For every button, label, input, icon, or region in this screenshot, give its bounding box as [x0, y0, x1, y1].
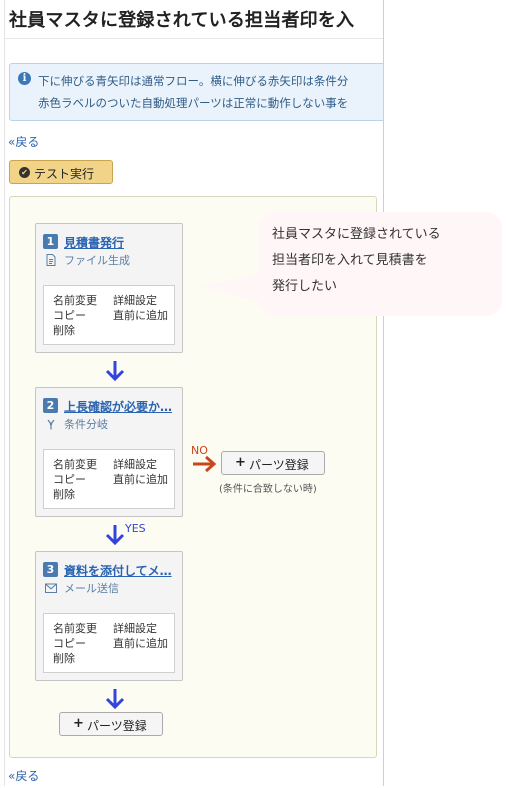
part-number: 3 [43, 562, 58, 577]
plus-icon: + [235, 455, 246, 470]
branch-register-part-button[interactable]: + パーツ登録 [221, 451, 325, 475]
yes-branch-label: YES [125, 522, 146, 535]
title-divider [5, 38, 383, 39]
back-link-bottom[interactable]: «戻る [8, 767, 39, 784]
part-number: 1 [43, 234, 58, 249]
envelope-icon [45, 583, 57, 593]
bubble-line-3: 発行したい [272, 279, 338, 294]
part-number: 2 [43, 398, 58, 413]
workflow-part-3: 3 資料を添付してメ… メール送信 名前変更 詳細設定 コピー 直前に追加 削除 [35, 551, 183, 681]
main-panel: 社員マスタに登録されている担当者印を入 i 下に伸びる青矢印は通常フロー。横に伸… [4, 0, 384, 786]
detail-settings-link[interactable]: 詳細設定 [113, 456, 157, 472]
rename-link[interactable]: 名前変更 [53, 620, 97, 636]
detail-settings-link[interactable]: 詳細設定 [113, 620, 157, 636]
part-name-link[interactable]: 見積書発行 [64, 234, 124, 251]
copy-link[interactable]: コピー [53, 471, 86, 487]
insert-before-link[interactable]: 直前に追加 [113, 307, 168, 323]
flow-arrow-down-icon [105, 361, 125, 382]
flow-arrow-down-icon [105, 525, 125, 546]
info-icon: i [18, 72, 31, 85]
workflow-part-1: 1 見積書発行 ファイル生成 名前変更 詳細設定 コピー 直前に追加 削除 [35, 223, 183, 353]
test-run-label: テスト実行 [34, 167, 95, 181]
part-menu: 名前変更 詳細設定 コピー 直前に追加 削除 [43, 285, 175, 345]
delete-link[interactable]: 削除 [53, 486, 75, 502]
workflow-part-2: 2 上長確認が必要か… 条件分岐 名前変更 詳細設定 コピー 直前に追加 削除 [35, 387, 183, 517]
insert-before-link[interactable]: 直前に追加 [113, 471, 168, 487]
copy-link[interactable]: コピー [53, 635, 86, 651]
delete-link[interactable]: 削除 [53, 322, 75, 338]
branch-icon [47, 419, 55, 430]
bubble-line-2: 担当者印を入れて見積書を [272, 253, 428, 268]
speech-bubble: 社員マスタに登録されている 担当者印を入れて見積書を 発行したい [258, 212, 502, 316]
part-menu: 名前変更 詳細設定 コピー 直前に追加 削除 [43, 449, 175, 509]
check-circle-icon: ✔ [19, 167, 30, 178]
register-part-button[interactable]: + パーツ登録 [59, 712, 163, 736]
document-icon [46, 254, 56, 266]
test-run-button[interactable]: ✔ テスト実行 [9, 160, 113, 184]
part-type: メール送信 [64, 582, 119, 595]
rename-link[interactable]: 名前変更 [53, 456, 97, 472]
detail-settings-link[interactable]: 詳細設定 [113, 292, 157, 308]
flow-arrow-down-icon [105, 689, 125, 710]
register-label: パーツ登録 [249, 458, 309, 472]
speech-bubble-tail [200, 274, 260, 302]
part-type: ファイル生成 [64, 254, 130, 267]
copy-link[interactable]: コピー [53, 307, 86, 323]
page-title: 社員マスタに登録されている担当者印を入 [9, 10, 355, 31]
insert-before-link[interactable]: 直前に追加 [113, 635, 168, 651]
info-line-2: 赤色ラベルのついた自動処理パーツは正常に動作しない事を [38, 96, 349, 110]
info-line-1: 下に伸びる青矢印は通常フロー。横に伸びる赤矢印は条件分 [38, 74, 349, 88]
condition-note: (条件に合致しない時) [219, 484, 317, 495]
part-name-link[interactable]: 上長確認が必要か… [64, 398, 172, 415]
rename-link[interactable]: 名前変更 [53, 292, 97, 308]
part-type: 条件分岐 [64, 418, 108, 431]
back-link-top[interactable]: «戻る [8, 133, 39, 150]
part-menu: 名前変更 詳細設定 コピー 直前に追加 削除 [43, 613, 175, 673]
branch-arrow-right-icon [193, 455, 217, 473]
part-name-link[interactable]: 資料を添付してメ… [64, 562, 172, 579]
bubble-line-1: 社員マスタに登録されている [272, 227, 441, 242]
info-alert: i 下に伸びる青矢印は通常フロー。横に伸びる赤矢印は条件分 赤色ラベルのついた自… [9, 63, 383, 121]
delete-link[interactable]: 削除 [53, 650, 75, 666]
plus-icon: + [73, 716, 84, 731]
register-label: パーツ登録 [87, 719, 147, 733]
